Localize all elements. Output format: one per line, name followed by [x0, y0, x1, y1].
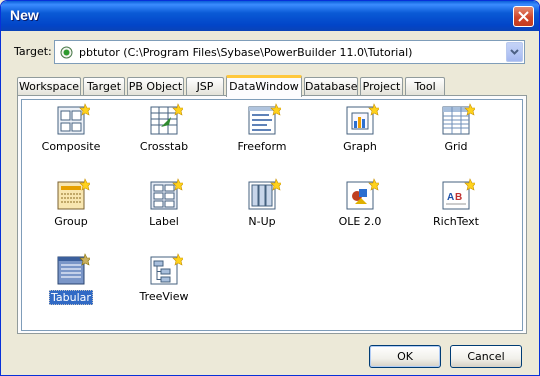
- items-list: Composite Crosstab Freeform Graph Grid G…: [21, 99, 523, 331]
- item-label: Tabular: [49, 290, 93, 305]
- tab-project[interactable]: Project: [360, 77, 403, 95]
- item-crosstab[interactable]: Crosstab: [128, 103, 200, 163]
- tab-tool[interactable]: Tool: [405, 77, 445, 95]
- item-richtext[interactable]: A B RichText: [420, 178, 492, 238]
- n-up-icon: [248, 178, 281, 210]
- item-label-style[interactable]: Label: [128, 178, 200, 238]
- chevron-down-icon: [510, 49, 519, 55]
- grid-icon: [442, 103, 475, 135]
- item-label: Composite: [41, 140, 101, 153]
- svg-text:B: B: [455, 192, 462, 203]
- tab-strip: Workspace Target PB Object JSP DataWindo…: [17, 75, 527, 97]
- ole-icon: [346, 178, 379, 210]
- item-label: Graph: [343, 140, 377, 153]
- ok-button[interactable]: OK: [369, 345, 441, 368]
- tabular-icon: [57, 253, 90, 285]
- target-value: pbtutor (C:\Program Files\Sybase\PowerBu…: [79, 46, 413, 59]
- item-graph[interactable]: Graph: [324, 103, 396, 163]
- composite-icon: [57, 103, 90, 135]
- richtext-icon: A B: [442, 178, 475, 210]
- item-label: Label: [149, 215, 179, 228]
- item-label: Crosstab: [139, 140, 189, 153]
- treeview-icon: [150, 253, 183, 285]
- close-icon: [518, 11, 529, 22]
- title-bar[interactable]: New: [1, 1, 539, 31]
- item-label: Grid: [444, 140, 468, 153]
- tab-target[interactable]: Target: [83, 77, 125, 95]
- target-radio-icon: [60, 46, 73, 59]
- item-label: Group: [54, 215, 88, 228]
- item-label: N-Up: [248, 215, 276, 228]
- item-label: OLE 2.0: [338, 215, 382, 228]
- tab-database[interactable]: Database: [304, 77, 358, 95]
- window-title: New: [10, 7, 39, 23]
- crosstab-icon: [150, 103, 183, 135]
- target-label: Target:: [14, 45, 52, 58]
- item-n-up[interactable]: N-Up: [226, 178, 298, 238]
- item-label: Freeform: [237, 140, 287, 153]
- item-freeform[interactable]: Freeform: [226, 103, 298, 163]
- new-dialog: New Target: pbtutor (C:\Program Files\Sy…: [0, 0, 540, 376]
- cancel-button[interactable]: Cancel: [450, 345, 522, 368]
- item-group[interactable]: Group: [35, 178, 107, 238]
- item-treeview[interactable]: TreeView: [128, 253, 200, 313]
- label-icon: [150, 178, 183, 210]
- item-ole[interactable]: OLE 2.0: [324, 178, 396, 238]
- dropdown-arrow-button[interactable]: [506, 42, 523, 62]
- group-icon: [57, 178, 90, 210]
- freeform-icon: [248, 103, 281, 135]
- item-label: RichText: [433, 215, 479, 228]
- tab-pb-object[interactable]: PB Object: [127, 77, 184, 95]
- tab-workspace[interactable]: Workspace: [17, 77, 81, 95]
- item-label: TreeView: [139, 290, 189, 303]
- svg-text:A: A: [447, 192, 454, 203]
- target-dropdown[interactable]: pbtutor (C:\Program Files\Sybase\PowerBu…: [54, 40, 525, 64]
- item-composite[interactable]: Composite: [35, 103, 107, 163]
- tab-datawindow[interactable]: DataWindow: [226, 75, 302, 97]
- tab-panel: Composite Crosstab Freeform Graph Grid G…: [17, 95, 527, 334]
- graph-icon: [346, 103, 379, 135]
- close-button[interactable]: [513, 6, 534, 27]
- item-tabular[interactable]: Tabular: [35, 253, 107, 313]
- tab-jsp[interactable]: JSP: [186, 77, 224, 95]
- item-grid[interactable]: Grid: [420, 103, 492, 163]
